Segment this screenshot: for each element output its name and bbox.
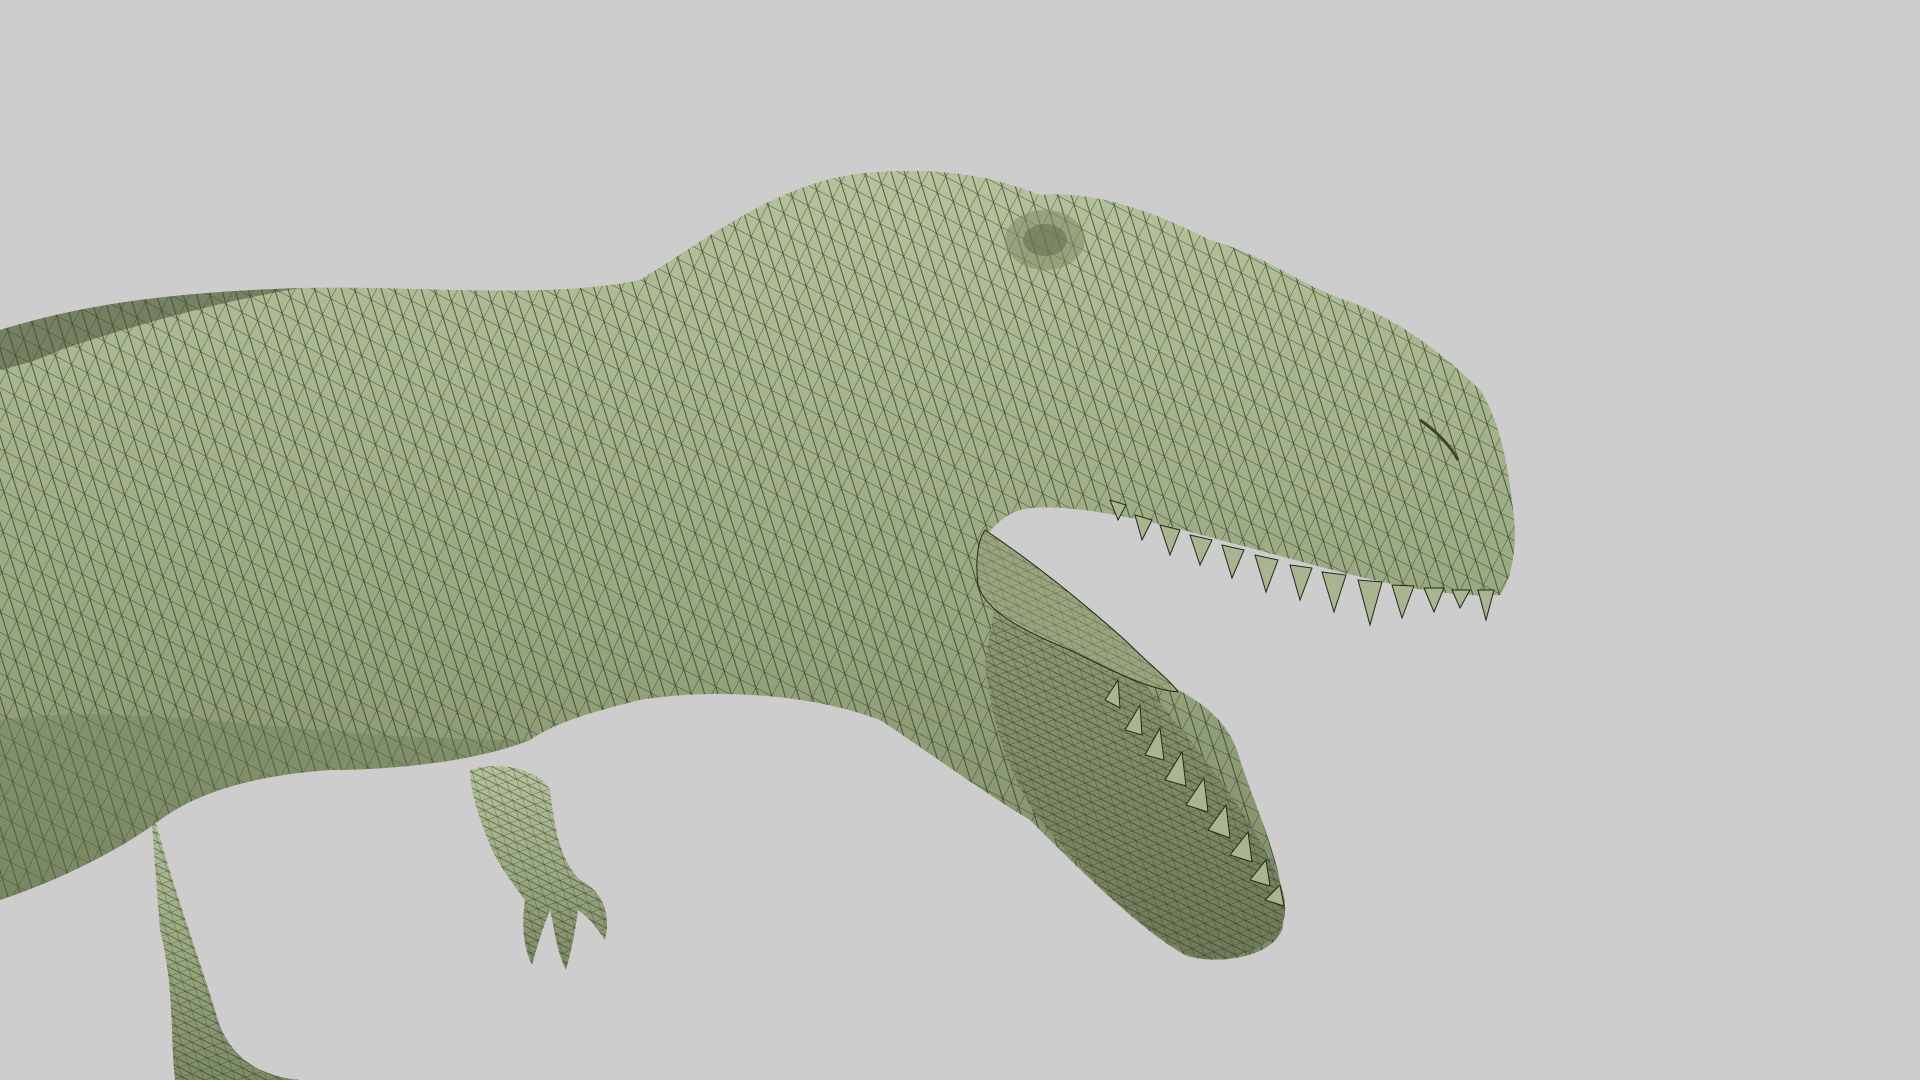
3d-viewport[interactable] (0, 0, 1920, 1080)
eye-ridge (1005, 210, 1085, 270)
body-neck-head (0, 170, 1515, 960)
arm (470, 766, 608, 970)
model-render (0, 170, 1515, 1080)
back-leg (150, 800, 300, 1080)
